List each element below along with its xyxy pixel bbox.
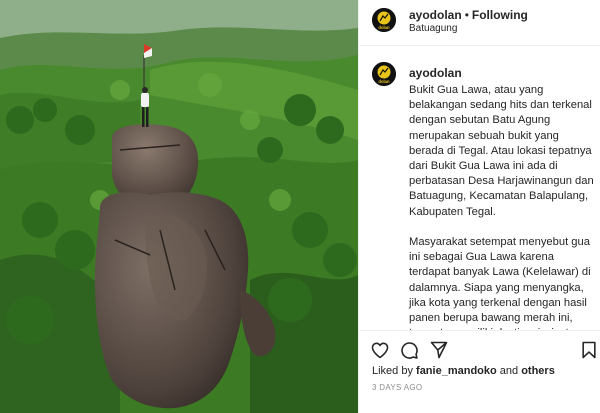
svg-text:dolan: dolan xyxy=(378,79,390,84)
avatar[interactable]: dolan xyxy=(372,8,396,32)
separator-dot: • xyxy=(464,8,469,22)
comments-area[interactable]: dolan ayodolan Bukit Gua Lawa, atau yang… xyxy=(359,47,600,330)
post-header: dolan ayodolan • Following Batuagung xyxy=(359,0,600,46)
caption-username[interactable]: ayodolan xyxy=(409,66,462,80)
following-status[interactable]: Following xyxy=(472,8,528,22)
ayodolan-logo-icon: dolan xyxy=(372,8,396,32)
svg-text:dolan: dolan xyxy=(378,25,390,30)
liked-by-user[interactable]: fanie_mandoko xyxy=(416,365,497,377)
post-actions: Liked by fanie_mandoko and others 3 DAYS… xyxy=(359,330,600,413)
share-button[interactable] xyxy=(428,339,450,361)
comment-button[interactable] xyxy=(398,339,420,361)
likes-summary: Liked by fanie_mandoko and others xyxy=(372,365,555,377)
likes-and: and xyxy=(496,365,522,377)
likes-prefix: Liked by xyxy=(372,365,417,377)
caption-text: Bukit Gua Lawa, atau yang belakangan sed… xyxy=(409,84,594,330)
location-link[interactable]: Batuagung xyxy=(409,23,457,34)
save-button[interactable] xyxy=(578,339,600,361)
post-photo[interactable] xyxy=(0,0,358,413)
post-details-panel: dolan ayodolan • Following Batuagung dolan… xyxy=(358,0,600,413)
comment-icon xyxy=(401,342,418,359)
paper-plane-icon xyxy=(430,341,448,359)
likes-others-link[interactable]: others xyxy=(521,365,555,377)
ayodolan-logo-icon: dolan xyxy=(372,62,396,86)
caption-avatar[interactable]: dolan xyxy=(372,62,396,86)
heart-icon xyxy=(371,342,389,359)
post-author-line: ayodolan • Following xyxy=(409,8,528,22)
like-button[interactable] xyxy=(369,339,391,361)
author-username[interactable]: ayodolan xyxy=(409,8,462,22)
post-timestamp[interactable]: 3 DAYS AGO xyxy=(372,383,422,392)
hill-rock-photo xyxy=(0,0,358,413)
bookmark-icon xyxy=(582,341,596,359)
